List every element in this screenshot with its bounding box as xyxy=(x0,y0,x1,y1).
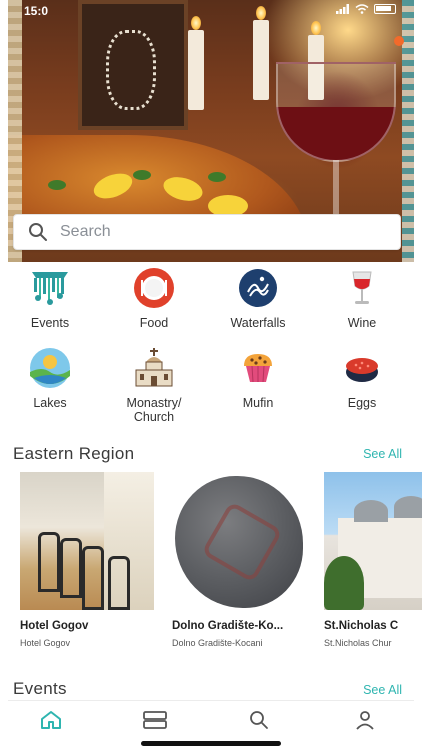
battery-icon xyxy=(374,4,396,14)
nav-home[interactable] xyxy=(36,707,66,733)
hero-candle xyxy=(253,6,269,100)
card-title: Dolno Gradište-Ko... xyxy=(172,620,284,632)
card-subtitle: St.Nicholas Chur xyxy=(324,638,392,648)
category-label: Eggs xyxy=(347,396,377,410)
signal-icon xyxy=(336,4,349,14)
profile-icon xyxy=(356,711,374,730)
notification-dot xyxy=(394,36,404,46)
card-title: Hotel Gogov xyxy=(20,620,89,632)
category-label: Lakes xyxy=(33,396,67,410)
place-card-dolno-gradiste[interactable]: Dolno Gradište-Ko... Dolno Gradište-Koca… xyxy=(172,472,306,648)
see-all-events[interactable]: See All xyxy=(363,683,402,697)
gym-machine xyxy=(38,532,60,592)
category-label: Wine xyxy=(347,316,377,330)
nav-profile[interactable] xyxy=(350,707,380,733)
category-label: Events xyxy=(30,316,70,330)
events-icon xyxy=(28,266,72,310)
bottom-nav xyxy=(8,700,414,750)
food-plate-icon xyxy=(132,266,176,310)
nav-search[interactable] xyxy=(244,707,274,733)
wifi-icon xyxy=(355,4,369,14)
nav-list[interactable] xyxy=(140,707,170,733)
category-events[interactable]: Events xyxy=(0,266,100,330)
waterfall-icon xyxy=(236,266,280,310)
status-icons xyxy=(336,4,396,14)
category-label: Food xyxy=(139,316,169,330)
status-time: 15:0 xyxy=(24,4,49,18)
home-indicator xyxy=(141,741,281,746)
gym-machine xyxy=(60,538,82,598)
search-bar[interactable] xyxy=(13,214,401,250)
section-title-events: Events xyxy=(13,679,67,698)
wine-glass-icon xyxy=(340,266,384,310)
hero-candle xyxy=(188,16,204,110)
card-image xyxy=(172,472,306,610)
place-card-hotel-gogov[interactable]: Hotel Gogov Hotel Gogov xyxy=(20,472,154,648)
category-label: Waterfalls xyxy=(230,316,286,330)
hero-necklace xyxy=(106,30,156,110)
place-card-st-nicholas[interactable]: St.Nicholas C St.Nicholas Chur xyxy=(324,472,422,648)
lake-icon xyxy=(28,346,72,390)
eggs-icon xyxy=(340,346,384,390)
category-label: Monastry/ Church xyxy=(126,396,182,424)
category-mufin[interactable]: Mufin xyxy=(208,346,308,410)
card-subtitle: Hotel Gogov xyxy=(20,638,71,648)
search-input[interactable] xyxy=(60,223,360,241)
card-subtitle: Dolno Gradište-Kocani xyxy=(172,638,263,648)
card-image xyxy=(324,472,422,610)
search-icon xyxy=(29,223,47,241)
category-food[interactable]: Food xyxy=(104,266,204,330)
section-title-eastern-region: Eastern Region xyxy=(13,444,135,463)
see-all-eastern-region[interactable]: See All xyxy=(363,447,402,461)
list-icon xyxy=(143,711,167,729)
hero-herb xyxy=(208,172,226,182)
category-wine[interactable]: Wine xyxy=(312,266,412,330)
search-icon xyxy=(250,711,268,729)
church-dome xyxy=(354,500,388,522)
card-image xyxy=(20,472,154,610)
gym-machine xyxy=(108,556,130,610)
category-waterfalls[interactable]: Waterfalls xyxy=(208,266,308,330)
home-icon xyxy=(41,711,61,729)
church-dome xyxy=(394,496,422,518)
status-bar: 15:0 xyxy=(8,0,414,22)
category-eggs[interactable]: Eggs xyxy=(312,346,412,410)
hero-herb xyxy=(133,170,151,180)
hero-herb xyxy=(48,180,66,190)
card-title: St.Nicholas C xyxy=(324,620,399,632)
category-label: Mufin xyxy=(242,396,274,410)
church-icon xyxy=(132,346,176,390)
church-tree xyxy=(324,556,364,610)
category-monastry-church[interactable]: Monastry/ Church xyxy=(104,346,204,424)
category-lakes[interactable]: Lakes xyxy=(0,346,100,410)
hero-wine-glass xyxy=(276,62,396,162)
gym-machine xyxy=(82,546,104,610)
muffin-icon xyxy=(236,346,280,390)
